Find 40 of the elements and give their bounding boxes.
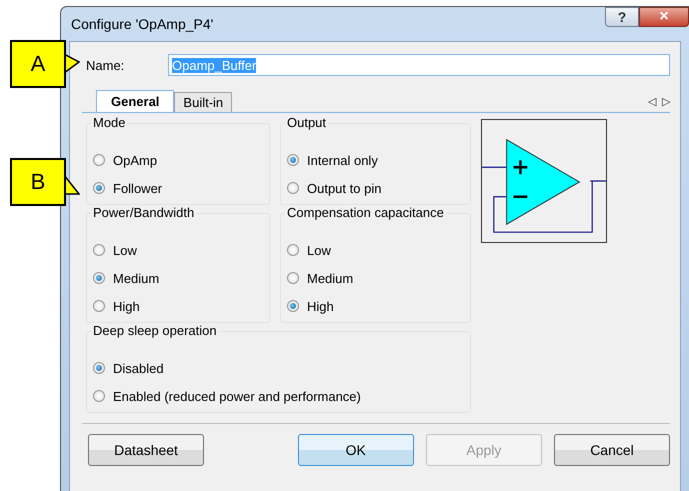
- group-title: Mode: [91, 115, 128, 130]
- help-button[interactable]: ?: [605, 7, 639, 27]
- selected-text: Opamp_Buffer: [172, 58, 256, 72]
- scroll-right-button[interactable]: ▷: [662, 95, 670, 108]
- radio-option[interactable]: Enabled (reduced power and performance): [93, 382, 361, 410]
- tab[interactable]: General: [96, 90, 174, 112]
- radio-option[interactable]: High: [93, 292, 140, 320]
- radio-option[interactable]: Internal only: [287, 146, 378, 174]
- radio-option[interactable]: Follower: [93, 174, 162, 202]
- scroll-left-button[interactable]: ◁: [648, 95, 656, 108]
- radio-option[interactable]: Low: [287, 236, 331, 264]
- radio-option[interactable]: Medium: [93, 264, 160, 292]
- radio-button[interactable]: [93, 154, 105, 166]
- radio-button[interactable]: [93, 272, 105, 284]
- radio-button[interactable]: [287, 182, 299, 194]
- radio-button[interactable]: [287, 272, 299, 284]
- radio-button[interactable]: [93, 390, 105, 402]
- radio-option[interactable]: Medium: [287, 264, 354, 292]
- radio-option[interactable]: Output to pin: [287, 174, 382, 202]
- group-title: Output: [285, 115, 328, 130]
- dialog-button[interactable]: Cancel: [554, 434, 670, 466]
- radio-button[interactable]: [93, 244, 105, 256]
- group-title: Compensation capacitance: [285, 205, 446, 220]
- radio-option[interactable]: Disabled: [93, 354, 164, 382]
- radio-button[interactable]: [93, 300, 105, 312]
- radio-option[interactable]: Low: [93, 236, 137, 264]
- name-label: Name:: [86, 58, 126, 72]
- radio-option[interactable]: High: [287, 292, 334, 320]
- window-title: Configure 'OpAmp_P4': [70, 16, 214, 32]
- radio-option[interactable]: OpAmp: [93, 146, 158, 174]
- group-title: Deep sleep operation: [91, 323, 219, 338]
- dialog-button[interactable]: OK: [298, 434, 414, 466]
- dialog-button[interactable]: Datasheet: [88, 434, 204, 466]
- group-title: Power/Bandwidth: [91, 205, 196, 220]
- tab[interactable]: Built-in: [174, 92, 232, 112]
- radio-button[interactable]: [287, 154, 299, 166]
- radio-button[interactable]: [93, 362, 105, 374]
- radio-button[interactable]: [93, 182, 105, 194]
- radio-button[interactable]: [287, 244, 299, 256]
- radio-button[interactable]: [287, 300, 299, 312]
